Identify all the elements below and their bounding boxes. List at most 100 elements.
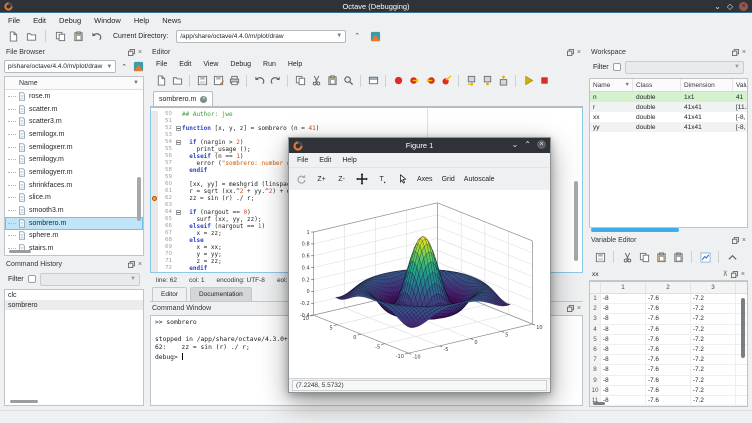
- breakpoint-margin[interactable]: [151, 230, 158, 237]
- undock-icon[interactable]: [732, 49, 739, 56]
- grid-row-header[interactable]: 3: [590, 314, 601, 323]
- sombrero-surface-plot[interactable]: [289, 190, 550, 378]
- copy-icon[interactable]: [293, 74, 307, 88]
- breakpoint-icon[interactable]: [152, 196, 157, 201]
- grid-cell[interactable]: -7.6: [646, 294, 691, 303]
- pan-icon[interactable]: [356, 172, 368, 186]
- breakpoint-margin[interactable]: [151, 216, 158, 223]
- file-row-semilogy[interactable]: semilogy.m: [5, 153, 143, 166]
- fold-margin[interactable]: [174, 126, 182, 131]
- fold-margin[interactable]: [174, 140, 182, 145]
- variable-vscrollbar[interactable]: [741, 298, 745, 358]
- fold-marker-icon[interactable]: [176, 140, 181, 145]
- paste-icon[interactable]: [654, 250, 668, 264]
- breakpoint-margin[interactable]: [151, 251, 158, 258]
- find-and-replace-icon[interactable]: [341, 74, 355, 88]
- grid-cell[interactable]: -7.2: [691, 365, 736, 374]
- breakpoint-margin[interactable]: [151, 202, 158, 209]
- step-out-icon[interactable]: [496, 74, 510, 88]
- breakpoint-margin[interactable]: [151, 139, 158, 146]
- editor-menu-view[interactable]: View: [203, 61, 218, 68]
- breakpoint-margin[interactable]: [151, 258, 158, 265]
- undo-icon[interactable]: [89, 29, 103, 43]
- breakpoint-margin[interactable]: [151, 111, 158, 118]
- cut-icon[interactable]: [309, 74, 323, 88]
- grid-cell[interactable]: -7.6: [646, 325, 691, 334]
- grid-cell[interactable]: -8: [601, 376, 646, 385]
- browse-directory-button[interactable]: [368, 30, 382, 43]
- close-panel-icon[interactable]: ×: [138, 261, 142, 268]
- main-menu-file[interactable]: File: [8, 16, 20, 25]
- select-cursor-icon[interactable]: [397, 172, 408, 186]
- undock-icon[interactable]: [567, 305, 574, 312]
- grid-cell[interactable]: -7.2: [691, 396, 736, 405]
- grid-cell[interactable]: -8: [601, 406, 646, 407]
- file-list-hscrollbar[interactable]: [9, 250, 31, 253]
- copy-icon[interactable]: [637, 250, 651, 264]
- file-row-slice[interactable]: slice.m: [5, 192, 143, 205]
- tab-documentation[interactable]: Documentation: [190, 287, 252, 301]
- history-item[interactable]: clc: [5, 290, 143, 300]
- grid-row-header[interactable]: 10: [590, 386, 601, 395]
- grid-cell[interactable]: -7.2: [691, 335, 736, 344]
- breakpoint-margin[interactable]: [151, 195, 158, 202]
- variable-grid[interactable]: 123 1-8-7.6-7.22-8-7.6-7.23-8-7.6-7.24-8…: [589, 281, 748, 407]
- undock-icon[interactable]: [128, 261, 135, 268]
- file-row-sombrero[interactable]: sombrero.m: [5, 217, 143, 230]
- figure-titlebar[interactable]: Figure 1 ⌄ ⌃ ×: [289, 138, 550, 153]
- level-up-icon[interactable]: [725, 250, 739, 264]
- breakpoint-margin[interactable]: [151, 153, 158, 160]
- grid-cell[interactable]: -7.6: [646, 406, 691, 407]
- grid-cell[interactable]: -7.6: [646, 304, 691, 313]
- grid-cell[interactable]: -8: [601, 386, 646, 395]
- browse-files-button[interactable]: [132, 60, 144, 73]
- save-file-icon[interactable]: [195, 74, 209, 88]
- grid-cell[interactable]: -7.2: [691, 345, 736, 354]
- grid-cell[interactable]: -7.6: [646, 355, 691, 364]
- breakpoint-margin[interactable]: [151, 237, 158, 244]
- paste-icon[interactable]: [325, 74, 339, 88]
- copy-icon[interactable]: [53, 29, 67, 43]
- breakpoint-margin[interactable]: [151, 223, 158, 230]
- grid-row-header[interactable]: 6: [590, 345, 601, 354]
- breakpoint-margin[interactable]: [151, 174, 158, 181]
- folder-up-button[interactable]: ⌃: [118, 60, 130, 73]
- grid-row-header[interactable]: 8: [590, 365, 601, 374]
- grid-cell[interactable]: -7.6: [646, 345, 691, 354]
- grid-cell[interactable]: -8: [601, 365, 646, 374]
- grid-cell[interactable]: -7.2: [691, 406, 736, 407]
- grid-cell[interactable]: -8: [601, 314, 646, 323]
- history-hscrollbar[interactable]: [10, 400, 38, 403]
- rotate-icon[interactable]: [296, 172, 307, 186]
- tab-editor[interactable]: Editor: [152, 287, 187, 301]
- breakpoint-margin[interactable]: [151, 132, 158, 139]
- editor-menu-file[interactable]: File: [156, 61, 167, 68]
- minimize-icon[interactable]: ⌄: [512, 141, 519, 149]
- main-menu-help[interactable]: Help: [134, 16, 149, 25]
- continue-icon[interactable]: [521, 74, 535, 88]
- run-selection-icon[interactable]: [366, 74, 380, 88]
- undock-icon[interactable]: [128, 49, 135, 56]
- open-file-icon[interactable]: [24, 29, 38, 43]
- dock-icon[interactable]: ⊼: [723, 271, 728, 278]
- main-menu-debug[interactable]: Debug: [59, 16, 81, 25]
- grid-cell[interactable]: -8: [601, 325, 646, 334]
- grid-col-header[interactable]: 3: [691, 282, 736, 293]
- code-line-51[interactable]: 51: [151, 118, 582, 125]
- open-file-icon[interactable]: [170, 74, 184, 88]
- grid-cell[interactable]: -7.2: [691, 355, 736, 364]
- file-row-semilogyerr[interactable]: semilogyerr.m: [5, 166, 143, 179]
- grid-row-header[interactable]: 9: [590, 376, 601, 385]
- file-list-vscrollbar[interactable]: [137, 177, 141, 221]
- filter-checkbox[interactable]: [613, 63, 621, 71]
- new-script-icon[interactable]: [154, 74, 168, 88]
- grid-cell[interactable]: -7.6: [646, 365, 691, 374]
- tab-sombrero[interactable]: sombrero.m ×: [153, 91, 213, 106]
- grid-cell[interactable]: -8: [601, 355, 646, 364]
- file-row-stairs[interactable]: stairs.m: [5, 242, 143, 255]
- previous-breakpoint-icon[interactable]: [423, 74, 437, 88]
- stop-debug-icon[interactable]: [537, 74, 551, 88]
- code-line-52[interactable]: 52function [x, y, z] = sombrero (n = 41): [151, 125, 582, 132]
- file-browser-path-combo[interactable]: p/share/octave/4.4.0/m/plot/draw ▼: [4, 60, 116, 73]
- file-row-smooth3[interactable]: smooth3.m: [5, 204, 143, 217]
